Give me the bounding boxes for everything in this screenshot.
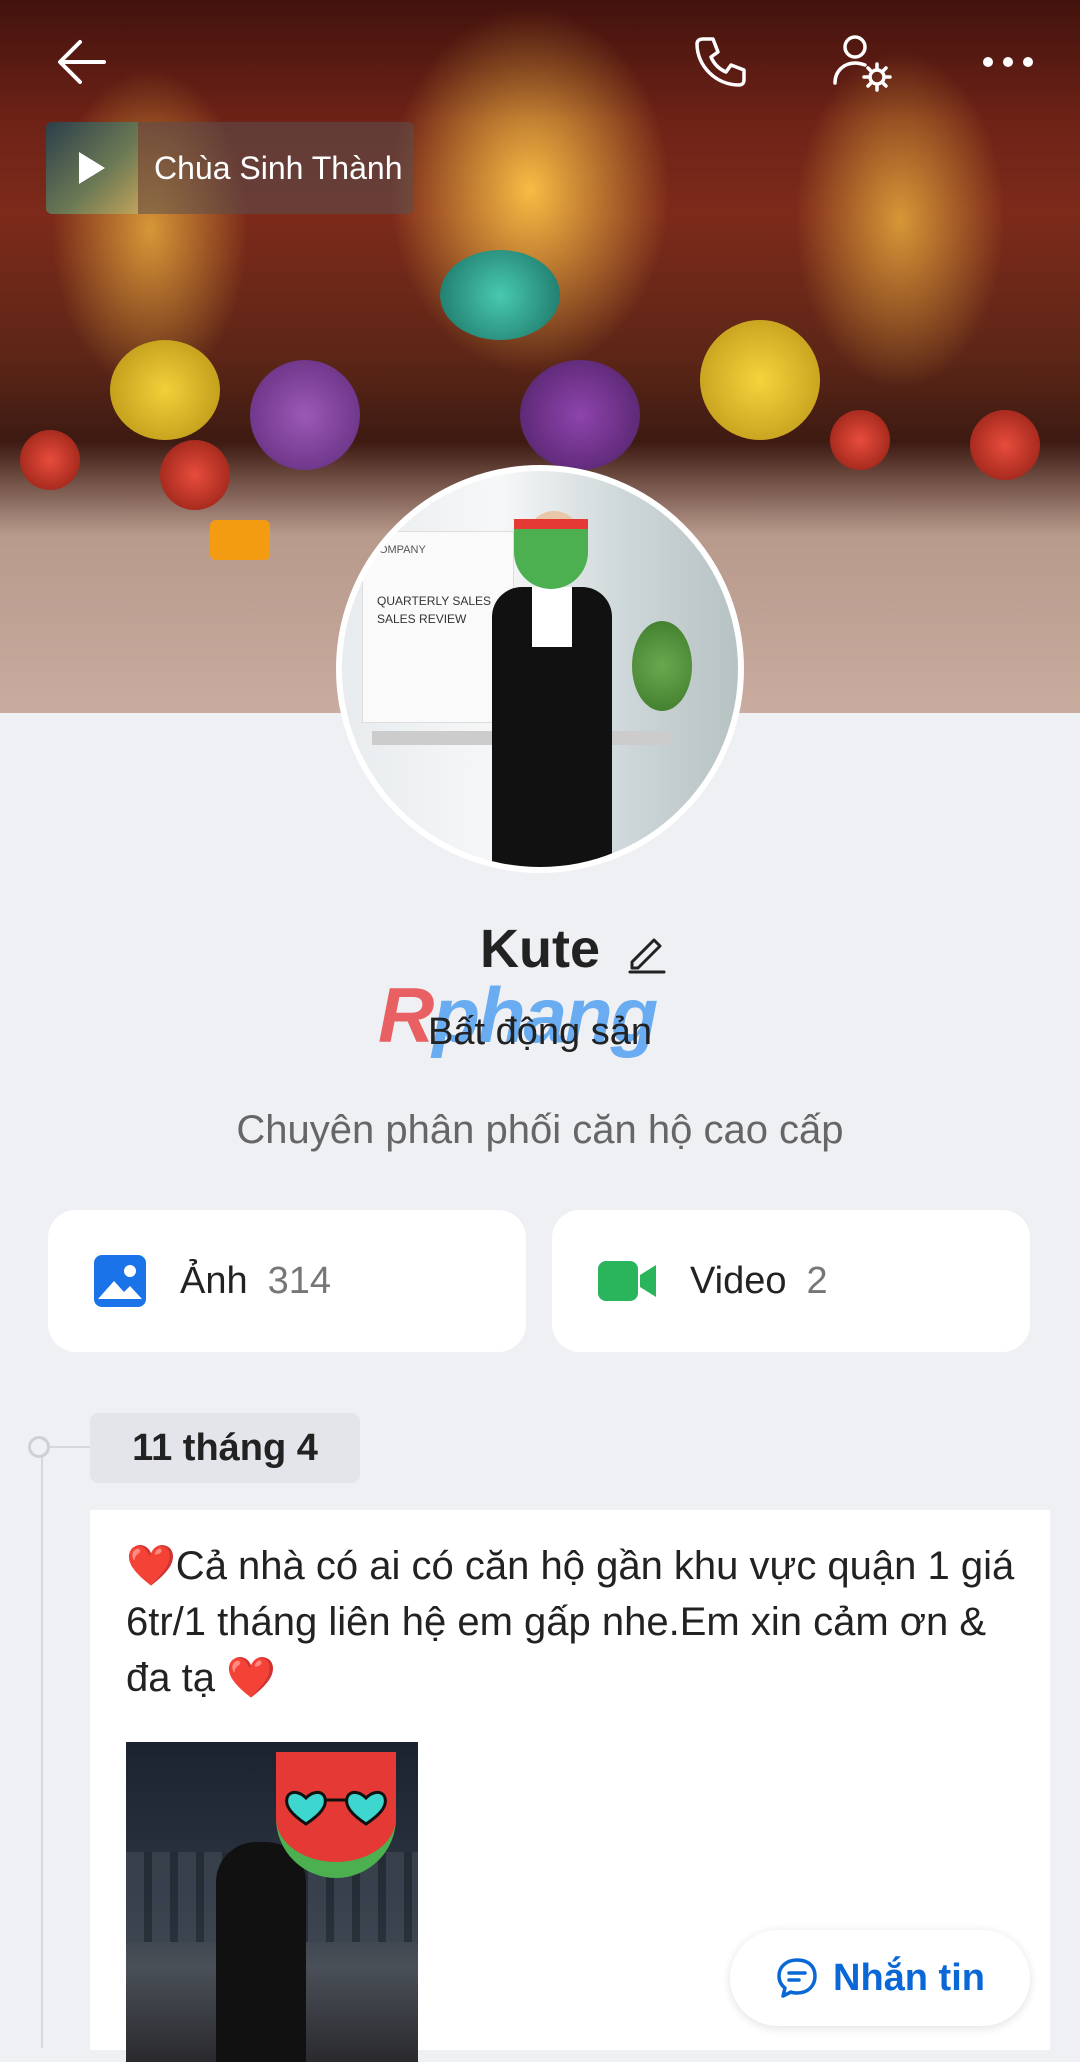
board-title-text: QUARTERLY SALES SALES REVIEW <box>377 594 492 626</box>
message-button[interactable]: Nhắn tin <box>730 1930 1030 2026</box>
timeline-dot <box>28 1436 50 1458</box>
call-button[interactable] <box>686 28 754 96</box>
photos-label: Ảnh <box>180 1259 248 1302</box>
heart-glasses-icon <box>285 1790 387 1826</box>
photos-card[interactable]: Ảnh 314 <box>48 1210 526 1352</box>
more-dots-icon <box>983 57 1033 67</box>
board-company-text: COMPANY <box>371 544 426 556</box>
photos-count: 314 <box>267 1259 332 1302</box>
timeline-line <box>41 1448 43 2048</box>
post-text: ❤️Cả nhà có ai có căn hộ gần khu vực quậ… <box>126 1544 1015 1700</box>
chat-bubble-icon <box>777 1958 817 1998</box>
profile-bio: Chuyên phân phối căn hộ cao cấp <box>236 1108 844 1152</box>
more-options-button[interactable] <box>974 28 1042 96</box>
header-scrim <box>0 0 1080 120</box>
phone-icon <box>695 37 746 87</box>
profile-avatar[interactable]: COMPANY QUARTERLY SALES SALES REVIEW <box>336 465 744 873</box>
back-button[interactable] <box>48 28 116 96</box>
video-camera-icon <box>598 1261 656 1301</box>
profile-music-player[interactable]: Chùa Sinh Thành <box>46 122 414 214</box>
videos-label: Video <box>690 1259 787 1302</box>
videos-card[interactable]: Video 2 <box>552 1210 1030 1352</box>
pencil-icon <box>628 938 666 974</box>
profile-category: Bất động sản <box>428 1011 652 1053</box>
photo-woman <box>216 1842 306 2062</box>
avatar-person-shirt <box>532 587 572 647</box>
message-button-label: Nhắn tin <box>833 1956 985 1999</box>
edit-name-button[interactable] <box>626 932 668 974</box>
music-title: Chùa Sinh Thành <box>154 150 403 186</box>
post-photo[interactable] <box>126 1742 418 2062</box>
videos-count: 2 <box>806 1259 828 1302</box>
watermelon-sticker <box>514 519 588 589</box>
avatar-plant <box>632 621 692 711</box>
profile-settings-button[interactable] <box>828 28 896 96</box>
image-icon <box>94 1255 146 1307</box>
timeline-connector <box>50 1446 90 1448</box>
user-settings-icon <box>833 35 892 92</box>
arrow-left-icon <box>58 40 106 84</box>
post-date-label: 11 tháng 4 <box>90 1413 360 1483</box>
play-icon[interactable] <box>79 152 105 184</box>
